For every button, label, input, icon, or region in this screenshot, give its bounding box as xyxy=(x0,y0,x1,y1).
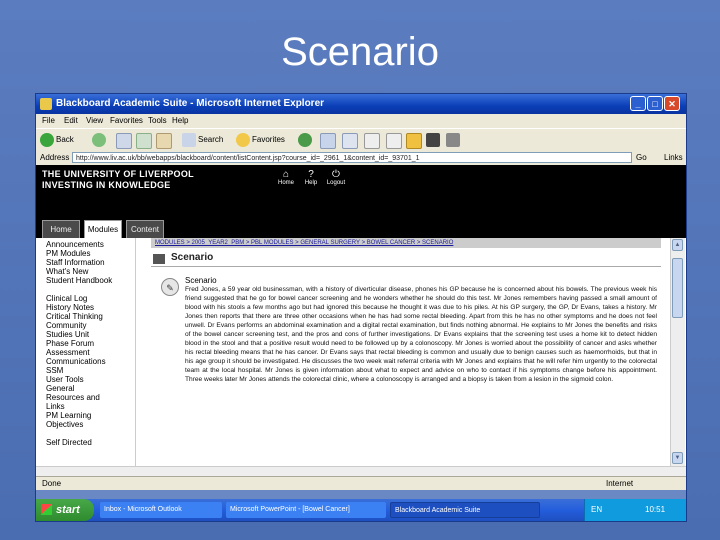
edit-icon[interactable] xyxy=(386,133,402,149)
address-bar: Address http://www.liv.ac.uk/bb/webapps/… xyxy=(36,151,686,165)
sidebar-item-ssm[interactable]: SSM xyxy=(46,366,63,375)
sidebar-item-communications[interactable]: Communications xyxy=(46,357,106,366)
scroll-down-icon[interactable]: ▼ xyxy=(672,452,683,464)
home-icon: ⌂ xyxy=(282,169,290,180)
university-tagline: INVESTING IN KNOWLEDGE xyxy=(42,180,171,190)
mail-icon[interactable] xyxy=(342,133,358,149)
sidebar-item-pm-learning-objectives[interactable]: PM Learning Objectives xyxy=(46,411,106,429)
taskbar: start Inbox - Microsoft Outlook Microsof… xyxy=(36,499,686,521)
browser-screenshot: Blackboard Academic Suite - Microsoft In… xyxy=(35,93,687,522)
links-button[interactable]: Links xyxy=(664,153,683,162)
page-header: Scenario xyxy=(151,252,661,267)
tab-content[interactable]: Content xyxy=(126,220,164,238)
header-logout-button[interactable]: ⏻ Logout xyxy=(321,169,351,186)
page-content: Announcements PM Modules Staff Informati… xyxy=(36,238,686,466)
scroll-up-icon[interactable]: ▲ xyxy=(672,239,683,251)
media-icon[interactable] xyxy=(298,133,312,147)
menubar: File Edit View Favorites Tools Help xyxy=(36,114,686,128)
slide-title: Scenario xyxy=(281,30,439,74)
sidebar-item-self-directed[interactable]: Self Directed xyxy=(46,438,92,447)
print-icon[interactable] xyxy=(364,133,380,149)
refresh-icon[interactable] xyxy=(136,133,152,149)
search-icon xyxy=(182,132,196,147)
address-input[interactable]: http://www.liv.ac.uk/bb/webapps/blackboa… xyxy=(72,152,632,163)
status-text: Done xyxy=(42,479,62,488)
forward-button[interactable] xyxy=(92,132,108,148)
sidebar-item-assessment[interactable]: Assessment xyxy=(46,348,90,357)
sidebar-item-critical-thinking[interactable]: Critical Thinking xyxy=(46,312,103,321)
scroll-thumb[interactable] xyxy=(672,258,683,318)
menu-view[interactable]: View xyxy=(86,116,103,125)
ie-icon xyxy=(40,98,52,110)
item-title: Scenario xyxy=(185,276,217,285)
windows-logo-icon xyxy=(41,504,52,515)
folder-icon[interactable] xyxy=(406,133,422,149)
home-icon[interactable] xyxy=(156,133,172,149)
sidebar-item-pm-modules[interactable]: PM Modules xyxy=(46,249,90,258)
menu-file[interactable]: File xyxy=(42,116,55,125)
task-outlook[interactable]: Inbox - Microsoft Outlook xyxy=(100,502,222,518)
minimize-button[interactable]: _ xyxy=(630,96,646,111)
forward-arrow-icon xyxy=(92,132,106,147)
tab-modules[interactable]: Modules xyxy=(84,220,122,238)
clock: 10:51 xyxy=(645,505,666,514)
page-title: Scenario xyxy=(171,252,214,263)
favorites-button[interactable]: Favorites xyxy=(236,132,285,148)
sidebar-item-clinical-log[interactable]: Clinical Log xyxy=(46,294,87,303)
sidebar-item-user-tools[interactable]: User Tools xyxy=(46,375,84,384)
logout-icon: ⏻ xyxy=(332,169,340,180)
toolbar: Back Search Favorites xyxy=(36,128,686,152)
close-button[interactable]: ✕ xyxy=(664,96,680,111)
course-menu: Announcements PM Modules Staff Informati… xyxy=(40,238,136,466)
sidebar-item-general-resources[interactable]: General Resources and Links xyxy=(46,384,106,411)
status-bar: Done Internet xyxy=(36,476,686,491)
back-button[interactable]: Back xyxy=(40,132,74,148)
item-body: Fred Jones, a 59 year old businessman, w… xyxy=(185,286,657,384)
history-icon[interactable] xyxy=(320,133,336,149)
nav-tabs: Home Modules Content xyxy=(36,215,686,238)
tab-home[interactable]: Home xyxy=(42,220,80,238)
go-button[interactable]: Go xyxy=(636,152,660,164)
back-arrow-icon xyxy=(40,132,54,147)
sidebar-item-phase-forum[interactable]: Phase Forum xyxy=(46,339,94,348)
task-powerpoint[interactable]: Microsoft PowerPoint - [Bowel Cancer] xyxy=(226,502,386,518)
discuss-icon[interactable] xyxy=(446,133,460,147)
window-titlebar: Blackboard Academic Suite - Microsoft In… xyxy=(36,94,686,114)
sidebar-item-student-handbook[interactable]: Student Handbook xyxy=(46,276,126,285)
status-zone: Internet xyxy=(606,479,634,488)
sidebar-item-whats-new[interactable]: What's New xyxy=(46,267,88,276)
sidebar-item-history-notes[interactable]: History Notes xyxy=(46,303,94,312)
stop-icon[interactable] xyxy=(116,133,132,149)
sidebar-item-community-studies[interactable]: Community Studies Unit xyxy=(46,321,106,339)
task-blackboard[interactable]: Blackboard Academic Suite xyxy=(390,502,540,518)
sidebar-item-announcements[interactable]: Announcements xyxy=(46,240,104,249)
window-bottom-strip xyxy=(36,490,686,499)
tool-icon[interactable] xyxy=(426,133,440,147)
start-button[interactable]: start xyxy=(36,499,94,521)
menu-tools[interactable]: Tools xyxy=(148,116,167,125)
content-folder-icon xyxy=(153,254,165,264)
window-title: Blackboard Academic Suite - Microsoft In… xyxy=(56,98,325,109)
maximize-button[interactable]: □ xyxy=(647,96,663,111)
university-name: THE UNIVERSITY OF LIVERPOOL xyxy=(42,169,194,179)
sidebar-item-staff-information[interactable]: Staff Information xyxy=(46,258,105,267)
search-button[interactable]: Search xyxy=(182,132,223,148)
system-tray: EN 10:51 xyxy=(584,499,686,521)
address-label: Address xyxy=(40,153,70,162)
main-content: MODULES > 2005_YEAR2_PBM > PBL MODULES >… xyxy=(139,238,669,466)
menu-edit[interactable]: Edit xyxy=(64,116,78,125)
breadcrumb[interactable]: MODULES > 2005_YEAR2_PBM > PBL MODULES >… xyxy=(151,238,661,248)
language-indicator[interactable]: EN xyxy=(591,499,602,521)
document-icon: ✎ xyxy=(161,278,179,296)
site-header: THE UNIVERSITY OF LIVERPOOL INVESTING IN… xyxy=(36,165,686,215)
menu-help[interactable]: Help xyxy=(172,116,188,125)
help-icon: ? xyxy=(308,169,314,180)
vertical-scrollbar[interactable]: ▲ ▼ xyxy=(670,238,685,466)
menu-favorites[interactable]: Favorites xyxy=(110,116,143,125)
favorites-star-icon xyxy=(236,132,250,147)
